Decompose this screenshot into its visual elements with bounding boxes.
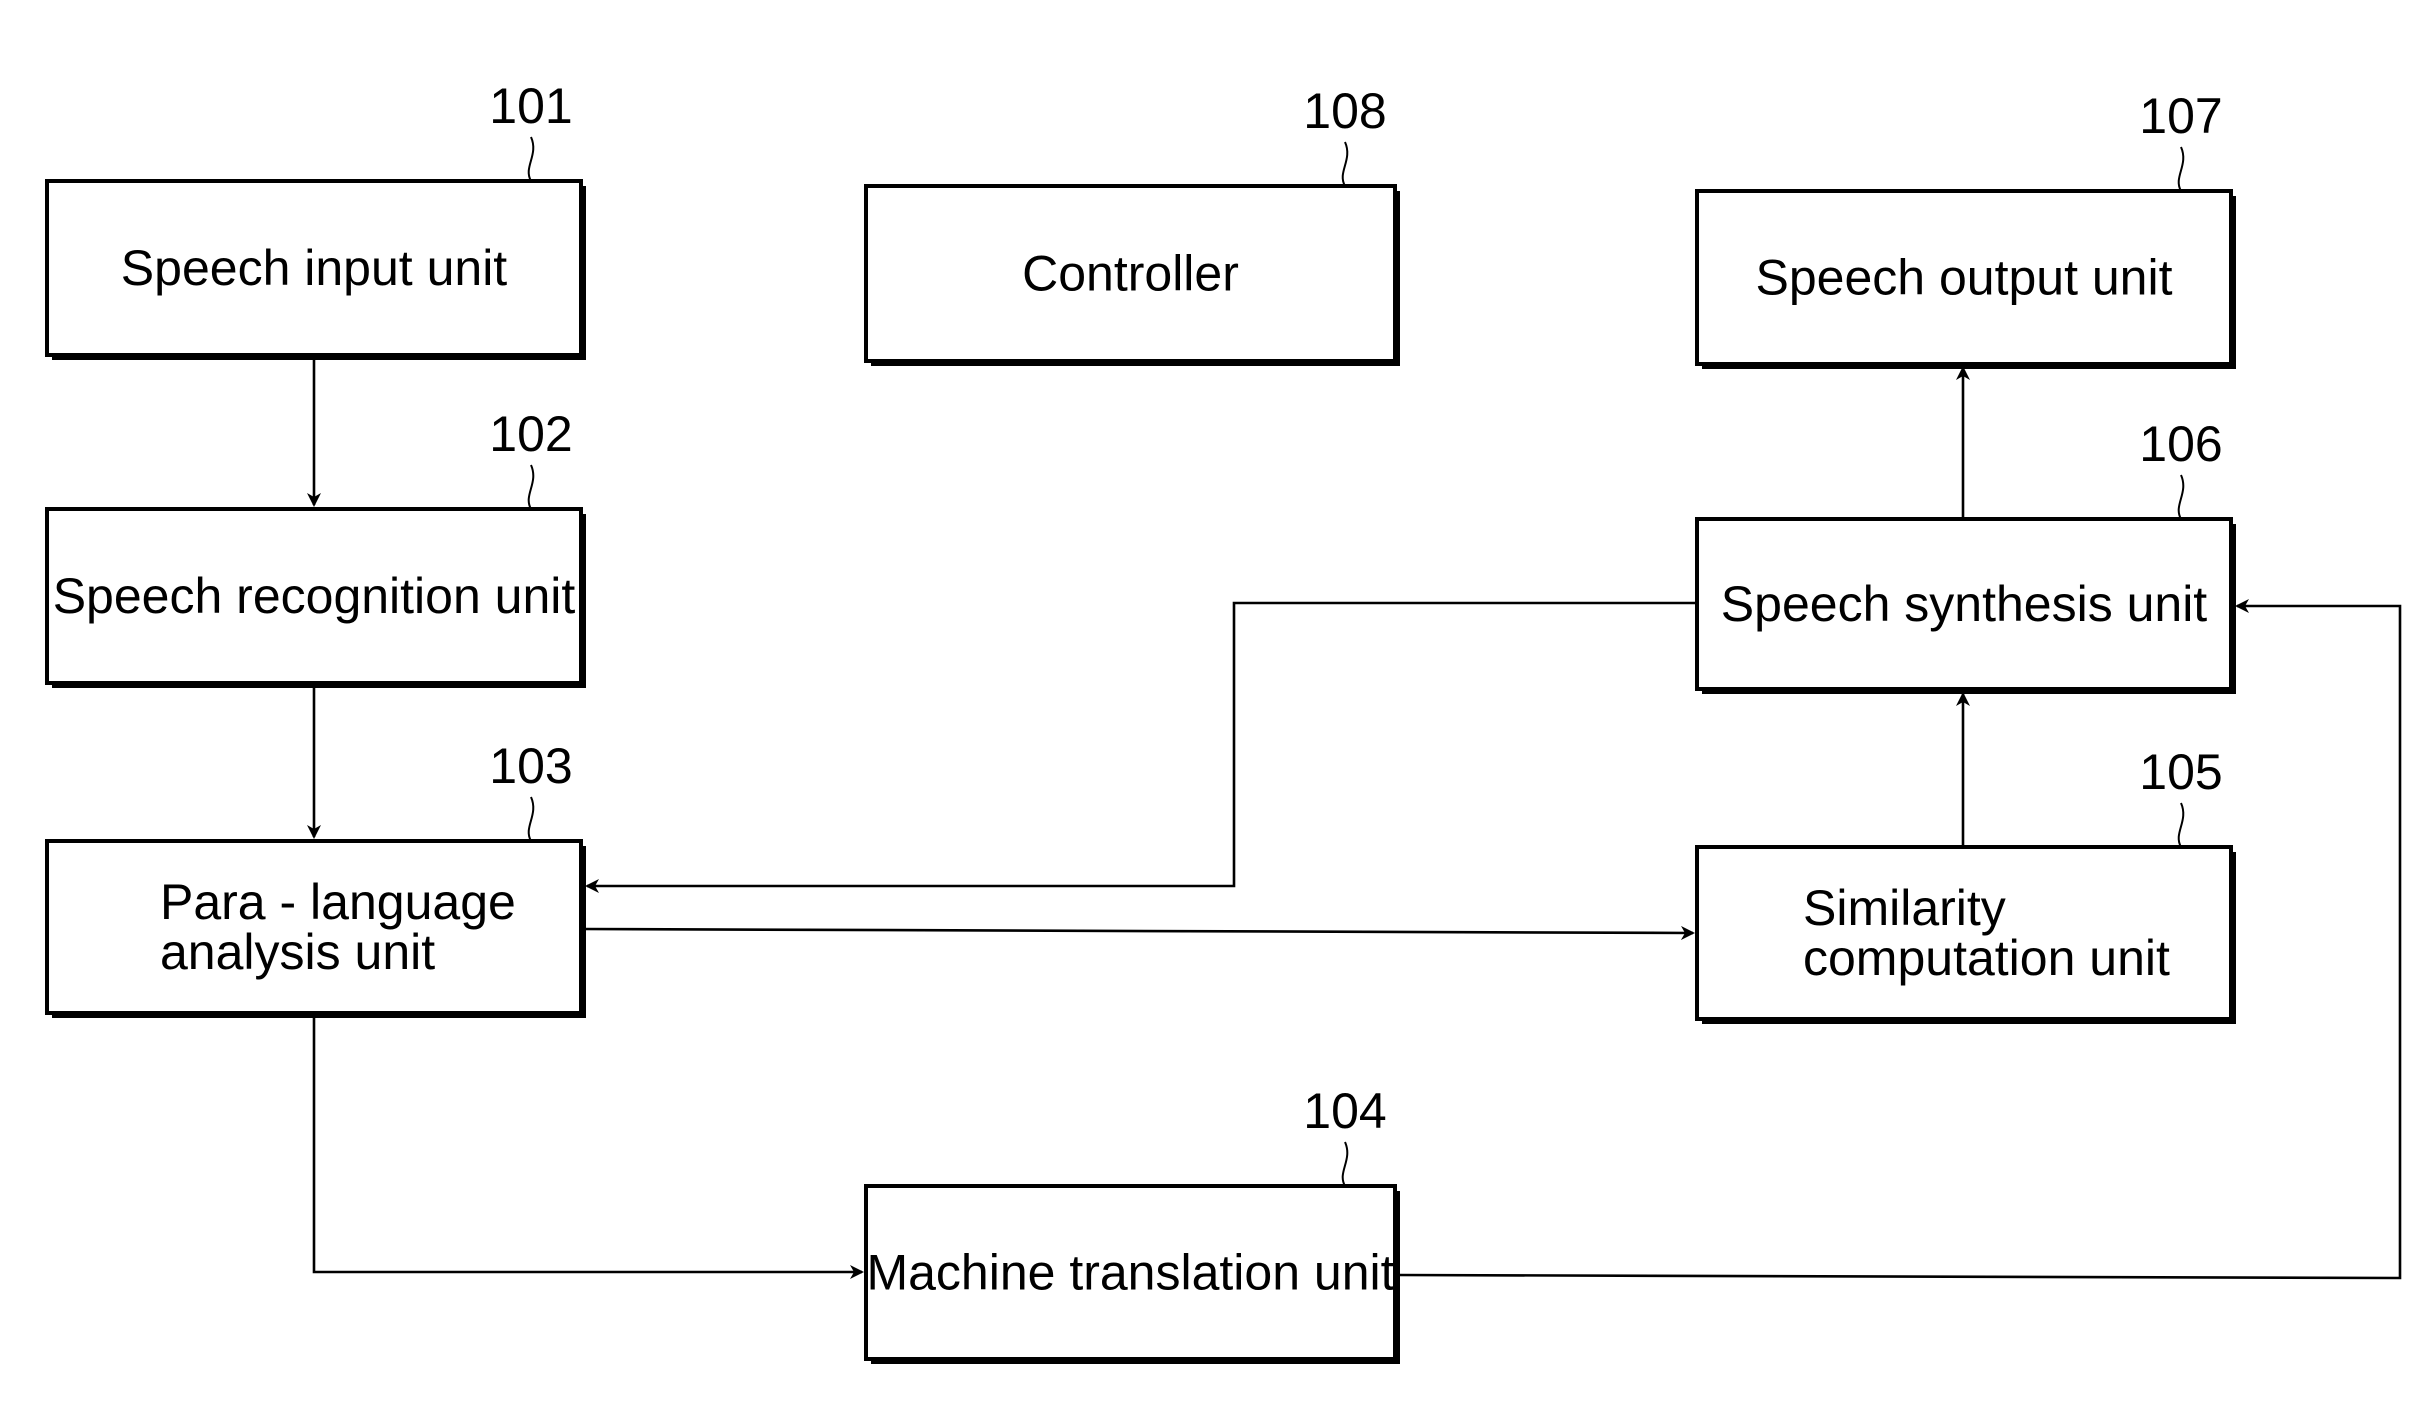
block-label: Similarity [1803, 880, 2006, 936]
reference-number: 104 [1303, 1083, 1386, 1139]
reference-number: 103 [489, 738, 572, 794]
connector-106-to-103 [585, 601, 1697, 893]
block-label: computation unit [1803, 930, 2170, 986]
reference-leader [527, 136, 535, 182]
blocks: Speech input unit 101 Speech recognition u… [45, 78, 2236, 1364]
reference-leader [1341, 141, 1349, 187]
block-107: Speech output unit 107 [1695, 88, 2236, 369]
block-106: Speech synthesis unit 106 [1695, 416, 2236, 694]
reference-number: 108 [1303, 83, 1386, 139]
reference-leader [1341, 1141, 1349, 1187]
block-103: Para - languageanalysis unit 103 [45, 738, 586, 1018]
block-label: Speech recognition unit [53, 568, 576, 624]
connector-103-to-104 [312, 1013, 864, 1279]
block-102: Speech recognition unit 102 [45, 406, 586, 688]
reference-leader [527, 796, 535, 842]
block-105: Similaritycomputation unit 105 [1695, 744, 2236, 1024]
reference-leader [2177, 146, 2185, 192]
block-104: Machine translation unit 104 [864, 1083, 1400, 1364]
reference-number: 107 [2139, 88, 2222, 144]
block-diagram: Speech input unit 101 Speech recognition u… [45, 78, 2402, 1364]
reference-number: 102 [489, 406, 572, 462]
block-label: Controller [1022, 246, 1239, 302]
reference-leader [2177, 474, 2185, 520]
reference-number: 101 [489, 78, 572, 134]
block-label: Speech synthesis unit [1721, 576, 2208, 632]
block-label: Speech input unit [121, 240, 508, 296]
block-label: Para - language [160, 874, 516, 930]
connector-103-to-105 [580, 925, 1695, 940]
reference-number: 106 [2139, 416, 2222, 472]
reference-leader [2177, 802, 2185, 848]
reference-number: 105 [2139, 744, 2222, 800]
block-label: Speech output unit [1756, 250, 2173, 306]
block-label: Machine translation unit [866, 1245, 1394, 1301]
connections [307, 357, 2402, 1280]
block-108: Controller 108 [864, 83, 1400, 366]
reference-leader [527, 464, 535, 510]
block-label: analysis unit [160, 924, 435, 980]
block-101: Speech input unit 101 [45, 78, 586, 360]
